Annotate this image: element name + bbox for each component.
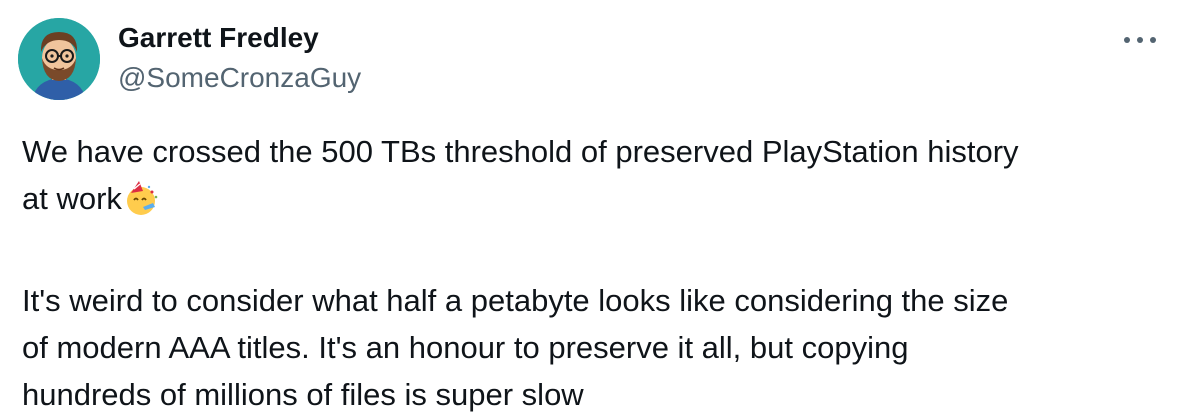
tweet-line: It's weird to consider what half a petab… — [22, 283, 1009, 318]
tweet-line-text: at work — [22, 181, 122, 216]
avatar[interactable] — [18, 18, 100, 100]
cartoon-avatar-icon — [18, 18, 100, 100]
partying-face-icon — [123, 181, 159, 230]
tweet-line: We have crossed the 500 TBs threshold of… — [22, 134, 1019, 169]
user-handle[interactable]: @SomeCronzaGuy — [118, 60, 361, 96]
tweet-line-with-emoji: at work — [22, 175, 1162, 230]
tweet-paragraph: It's weird to consider what half a petab… — [22, 277, 1162, 418]
tweet-paragraph: We have crossed the 500 TBs threshold of… — [22, 128, 1162, 230]
more-options-button[interactable] — [1114, 22, 1166, 58]
more-icon — [1124, 37, 1156, 43]
display-name[interactable]: Garrett Fredley — [118, 20, 319, 56]
tweet-line: of modern AAA titles. It's an honour to … — [22, 330, 909, 365]
tweet-line: hundreds of millions of files is super s… — [22, 377, 584, 412]
tweet-text: We have crossed the 500 TBs threshold of… — [22, 128, 1162, 418]
